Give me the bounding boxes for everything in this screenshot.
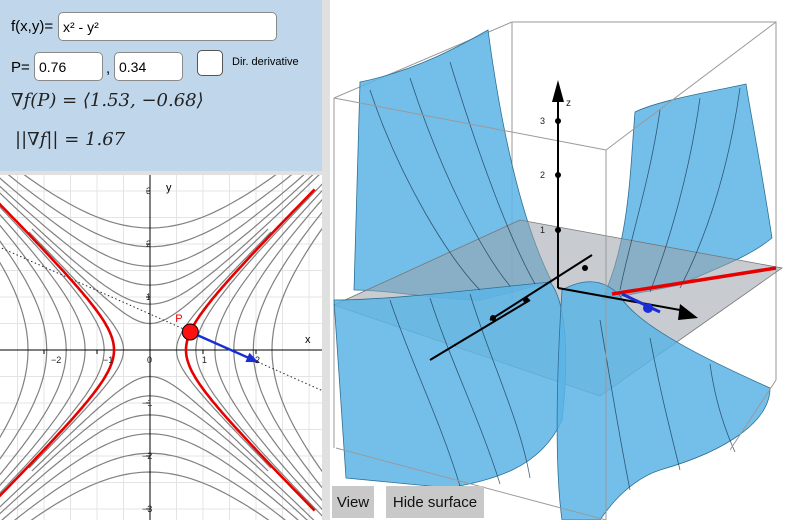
y-tick-3: 3: [146, 186, 151, 196]
gradient-norm: ||∇f|| = 1.67: [15, 129, 126, 150]
function-input[interactable]: [58, 12, 277, 41]
point-p[interactable]: [181, 323, 199, 341]
y-tick-neg2: −2: [142, 451, 152, 461]
control-panel: f(x,y)= P= , Dir. derivative ∇f(P) = ⟨1.…: [0, 0, 322, 171]
x-axis-label: x: [305, 334, 311, 346]
y-tick-2: 2: [146, 239, 151, 249]
gradient-value: ∇f(P) = ⟨1.53, −0.68⟩: [11, 90, 204, 111]
point-x-input[interactable]: [34, 52, 103, 81]
point-p-3d: [643, 303, 653, 313]
dir-derivative-checkbox[interactable]: [197, 50, 223, 76]
point-y-input[interactable]: [114, 52, 183, 81]
origin-label: 0: [147, 355, 152, 365]
x-tick-neg2: −2: [51, 355, 61, 365]
y-tick-neg3: −3: [142, 504, 152, 514]
x-tick-neg1: −1: [103, 355, 113, 365]
z-axis-label: z: [566, 98, 571, 109]
surface-3d-view[interactable]: z 3 2 1: [330, 0, 788, 520]
z-tick-1: 1: [540, 225, 545, 235]
y-axis-label: y: [166, 182, 172, 194]
y-tick-1: 1: [146, 292, 151, 302]
function-label: f(x,y)=: [11, 18, 54, 35]
x-tick-2: 2: [255, 355, 260, 365]
x-tick-1: 1: [202, 355, 207, 365]
z-tick-3: 3: [540, 116, 545, 126]
y-tick-neg1: −1: [142, 398, 152, 408]
point-p-label: P: [175, 313, 182, 325]
point-comma: ,: [106, 60, 111, 77]
view-button[interactable]: View: [332, 486, 374, 518]
view-divider: [322, 0, 330, 520]
dir-derivative-label: Dir. derivative: [232, 56, 299, 68]
z-tick-2: 2: [540, 170, 545, 180]
hide-surface-button[interactable]: Hide surface: [386, 486, 484, 518]
point-label: P=: [11, 59, 30, 76]
contour-plot[interactable]: P x y −2 −1 0 1 2 3 2 1 −1 −2 −3: [0, 175, 322, 520]
